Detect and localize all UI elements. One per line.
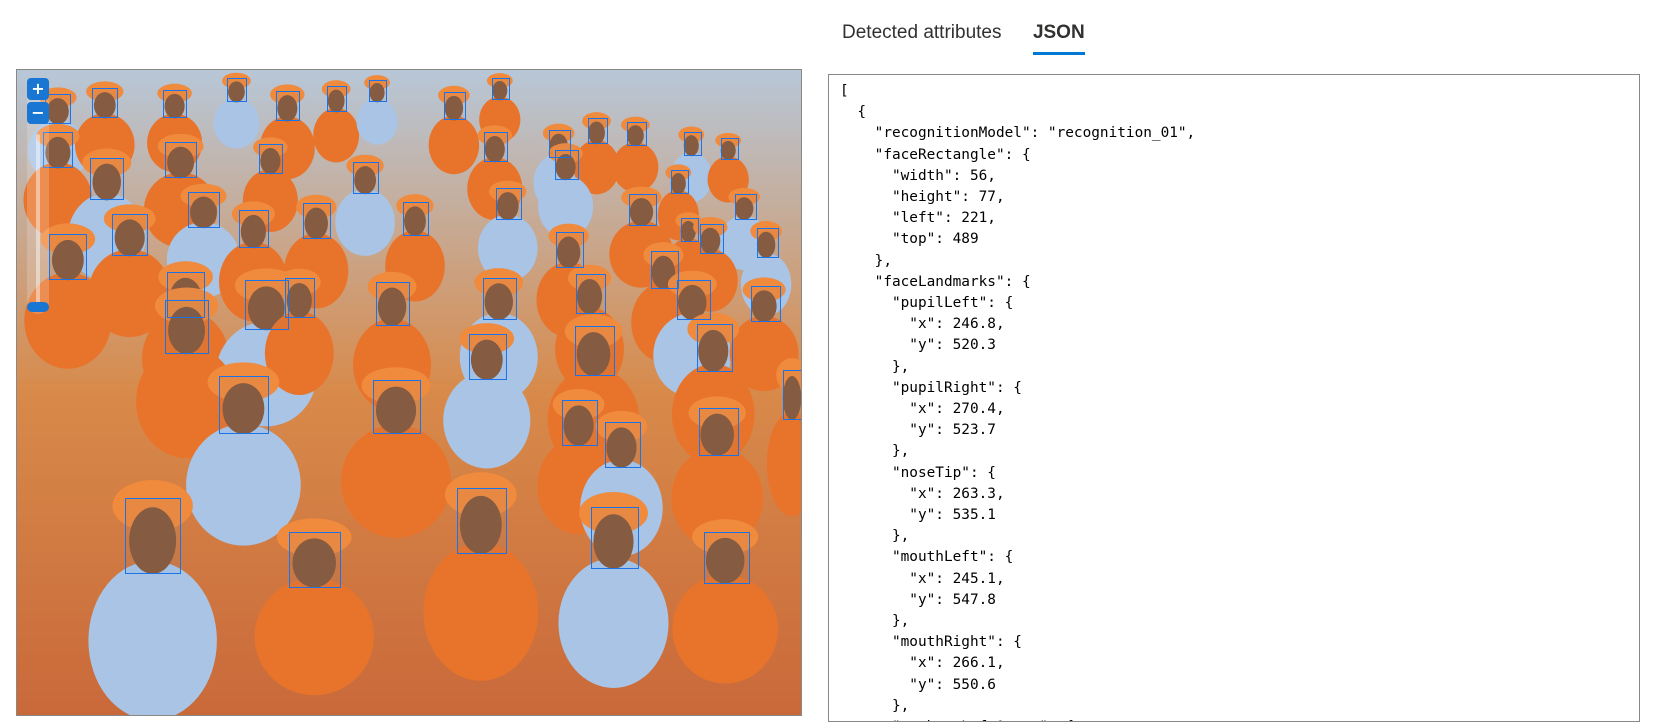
face-detection-box[interactable] xyxy=(484,132,508,162)
tab-json[interactable]: JSON xyxy=(1032,20,1085,55)
person-body xyxy=(423,542,539,681)
face-detection-box[interactable] xyxy=(671,170,689,194)
face-detection-box[interactable] xyxy=(627,122,647,146)
face-detection-box[interactable] xyxy=(492,78,510,100)
face-detection-box[interactable] xyxy=(556,232,584,268)
zoom-out-button[interactable]: − xyxy=(27,102,49,124)
face-detection-box[interactable] xyxy=(684,132,702,156)
face-detection-box[interactable] xyxy=(588,118,608,144)
face-detection-box[interactable] xyxy=(555,150,579,180)
face-detection-box[interactable] xyxy=(376,282,410,326)
person-body xyxy=(335,188,395,256)
face-detection-box[interactable] xyxy=(483,278,517,320)
face-detection-box[interactable] xyxy=(289,532,341,588)
face-detection-box[interactable] xyxy=(165,142,197,178)
face-detection-box[interactable] xyxy=(469,334,507,380)
face-detection-box[interactable] xyxy=(369,80,387,102)
face-detection-box[interactable] xyxy=(699,408,739,456)
face-detection-box[interactable] xyxy=(700,224,724,254)
face-detection-box[interactable] xyxy=(327,86,347,112)
face-detection-box[interactable] xyxy=(227,78,247,102)
face-detection-box[interactable] xyxy=(629,194,657,226)
face-detection-box[interactable] xyxy=(373,380,421,434)
face-detection-box[interactable] xyxy=(457,488,507,554)
face-detection-box[interactable] xyxy=(303,203,331,239)
face-detection-box[interactable] xyxy=(188,192,220,228)
face-detection-box[interactable] xyxy=(591,507,639,569)
zoom-slider-track[interactable] xyxy=(36,134,40,304)
image-viewer[interactable]: + − xyxy=(16,69,802,716)
person-body xyxy=(254,578,374,696)
face-detection-box[interactable] xyxy=(735,194,757,220)
face-detection-box[interactable] xyxy=(605,422,641,468)
face-detection-box[interactable] xyxy=(165,300,209,354)
person-body xyxy=(313,107,360,163)
face-detection-box[interactable] xyxy=(239,210,269,248)
face-detection-box[interactable] xyxy=(783,370,801,420)
person-body xyxy=(213,98,260,149)
face-detection-box[interactable] xyxy=(651,251,679,289)
face-detection-box[interactable] xyxy=(677,280,711,320)
face-detection-box[interactable] xyxy=(721,138,739,160)
face-detection-box[interactable] xyxy=(112,214,148,256)
json-output-text: [ { "recognitionModel": "recognition_01"… xyxy=(840,83,1196,721)
face-detection-box[interactable] xyxy=(576,274,606,314)
face-detection-box[interactable] xyxy=(92,88,118,118)
zoom-in-button[interactable]: + xyxy=(27,78,49,100)
face-detection-box[interactable] xyxy=(245,280,289,330)
result-tabs: Detected attributes JSON xyxy=(842,20,1112,55)
face-detection-box[interactable] xyxy=(757,228,779,258)
face-detection-box[interactable] xyxy=(681,218,699,242)
face-detection-box[interactable] xyxy=(562,400,598,446)
face-detection-box[interactable] xyxy=(751,286,781,322)
face-detection-box[interactable] xyxy=(285,278,315,318)
person-body xyxy=(612,142,659,193)
zoom-control: + − xyxy=(27,78,49,314)
face-detection-box[interactable] xyxy=(697,324,733,372)
person-body xyxy=(88,561,217,715)
face-detection-box[interactable] xyxy=(276,91,300,121)
face-detection-box[interactable] xyxy=(496,188,522,220)
face-detection-box[interactable] xyxy=(125,498,181,574)
face-detection-box[interactable] xyxy=(49,234,87,280)
face-detection-box[interactable] xyxy=(259,144,283,174)
face-detection-box[interactable] xyxy=(704,532,750,584)
person-body xyxy=(443,372,531,469)
face-detection-box[interactable] xyxy=(575,326,615,376)
face-detection-box[interactable] xyxy=(403,202,429,236)
person-body xyxy=(672,574,778,684)
person-body xyxy=(428,115,480,175)
person-body xyxy=(340,424,452,538)
face-detection-box[interactable] xyxy=(353,162,379,194)
face-detection-box[interactable] xyxy=(163,90,187,118)
zoom-slider-thumb[interactable] xyxy=(27,302,49,312)
json-output-panel[interactable]: [ { "recognitionModel": "recognition_01"… xyxy=(828,74,1640,722)
person-body xyxy=(356,98,398,145)
face-detection-box[interactable] xyxy=(444,92,466,120)
face-detection-box[interactable] xyxy=(219,376,269,434)
tab-detected-attributes[interactable]: Detected attributes xyxy=(842,20,1001,52)
face-detection-box[interactable] xyxy=(90,158,124,200)
person-body xyxy=(558,558,669,688)
